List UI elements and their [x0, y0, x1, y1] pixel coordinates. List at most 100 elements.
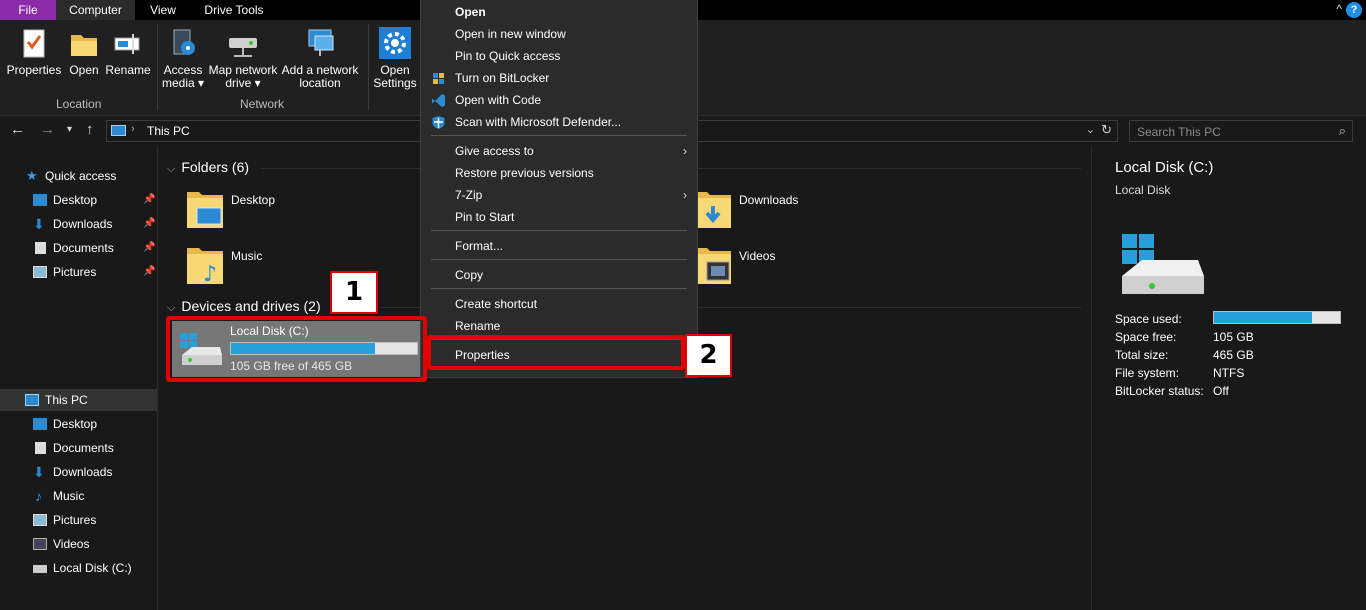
- open-button[interactable]: Open: [64, 26, 104, 77]
- properties-button[interactable]: Properties: [6, 26, 62, 77]
- context-menu: Open Open in new window Pin to Quick acc…: [420, 0, 698, 378]
- drive-icon: [33, 565, 47, 573]
- menu-item-restore-versions[interactable]: Restore previous versions: [421, 162, 697, 184]
- documents-icon: [35, 442, 46, 454]
- nav-item-downloads[interactable]: ⬇ Downloads 📌: [0, 213, 157, 235]
- nav-item-pc-music[interactable]: ♪ Music: [0, 485, 157, 507]
- nav-item-documents[interactable]: Documents 📌: [0, 237, 157, 259]
- tab-view[interactable]: View: [135, 0, 191, 20]
- recent-locations-chevron-icon[interactable]: ▾: [67, 124, 72, 135]
- network-location-icon: [303, 26, 337, 60]
- nav-item-local-disk[interactable]: Local Disk (C:): [0, 557, 157, 579]
- add-network-location-button[interactable]: Add a network location: [280, 26, 360, 90]
- search-input[interactable]: Search This PC ⌕: [1129, 120, 1353, 142]
- menu-item-pin-quick-access[interactable]: Pin to Quick access: [421, 45, 697, 67]
- breadcrumb-chevron-icon[interactable]: ›: [131, 123, 135, 135]
- address-dropdown-icon[interactable]: ⌄: [1086, 123, 1095, 136]
- network-group-label: Network: [240, 97, 285, 111]
- nav-item-pc-documents[interactable]: Documents: [0, 437, 157, 459]
- map-network-drive-button[interactable]: Map network drive ▾: [206, 26, 280, 90]
- details-title: Local Disk (C:): [1115, 159, 1214, 176]
- highlight-box-drive: [166, 316, 427, 382]
- menu-item-bitlocker[interactable]: Turn on BitLocker: [421, 67, 697, 89]
- refresh-icon[interactable]: ↻: [1101, 122, 1112, 138]
- pin-icon[interactable]: 📌: [143, 261, 155, 283]
- chevron-down-icon: ⌵: [167, 163, 176, 175]
- collapse-ribbon-icon[interactable]: ^: [1336, 2, 1342, 16]
- drive-large-icon: [1122, 234, 1204, 294]
- access-media-icon: [168, 26, 198, 60]
- menu-item-pin-start[interactable]: Pin to Start: [421, 206, 697, 228]
- callout-badge-2: 2: [685, 334, 732, 377]
- menu-item-defender-scan[interactable]: Scan with Microsoft Defender...: [421, 111, 697, 133]
- menu-item-open-new-window[interactable]: Open in new window: [421, 23, 697, 45]
- menu-item-7zip[interactable]: 7-Zip ›: [421, 184, 697, 206]
- menu-separator: [431, 230, 687, 231]
- menu-item-rename[interactable]: Rename: [421, 315, 697, 337]
- folders-section-header[interactable]: ⌵ Folders (6): [167, 159, 249, 176]
- desktop-folder-icon: [187, 192, 223, 228]
- nav-item-pc-desktop[interactable]: Desktop: [0, 413, 157, 435]
- details-pane: Local Disk (C:) Local Disk Space used: S…: [1091, 146, 1366, 610]
- navigation-pane: ★ Quick access Desktop 📌 ⬇ Downloads 📌 D…: [0, 146, 158, 610]
- open-settings-button[interactable]: Open Settings: [372, 26, 418, 90]
- highlight-box-properties: [427, 335, 685, 370]
- help-icon[interactable]: ?: [1346, 2, 1362, 18]
- menu-separator: [431, 135, 687, 136]
- pin-icon[interactable]: 📌: [143, 237, 155, 259]
- gear-icon: [379, 26, 411, 60]
- nav-item-pc-pictures[interactable]: Pictures: [0, 509, 157, 531]
- tab-computer[interactable]: Computer: [56, 0, 135, 20]
- folder-downloads[interactable]: Downloads: [693, 186, 893, 234]
- pictures-icon: [33, 514, 47, 526]
- up-arrow-icon[interactable]: ↑: [86, 121, 94, 138]
- space-used-bar: [1213, 311, 1341, 324]
- folder-videos[interactable]: Videos: [693, 242, 893, 290]
- chevron-down-icon: ⌵: [167, 302, 176, 314]
- total-size-label: Total size:: [1115, 348, 1169, 362]
- nav-item-pc-videos[interactable]: Videos: [0, 533, 157, 555]
- menu-item-copy[interactable]: Copy: [421, 264, 697, 286]
- devices-section-header[interactable]: ⌵ Devices and drives (2): [167, 298, 321, 315]
- desktop-icon: [33, 418, 47, 430]
- back-arrow-icon[interactable]: ←: [10, 121, 25, 138]
- nav-item-quick-access[interactable]: ★ Quick access: [0, 165, 157, 187]
- menu-item-give-access[interactable]: Give access to ›: [421, 140, 697, 162]
- nav-item-this-pc[interactable]: This PC: [0, 389, 157, 411]
- this-pc-icon: [25, 394, 39, 406]
- tab-drive-tools[interactable]: Drive Tools: [191, 0, 277, 20]
- menu-item-open-with-code[interactable]: Open with Code: [421, 89, 697, 111]
- pin-icon[interactable]: 📌: [143, 213, 155, 235]
- pin-icon[interactable]: 📌: [143, 189, 155, 211]
- defender-shield-icon: [432, 116, 445, 129]
- forward-arrow-icon[interactable]: →: [40, 121, 55, 138]
- desktop-icon: [33, 194, 47, 206]
- nav-item-desktop[interactable]: Desktop 📌: [0, 189, 157, 211]
- rename-button[interactable]: Rename: [104, 26, 152, 77]
- tab-file[interactable]: File: [0, 0, 56, 20]
- space-used-fill: [1214, 312, 1312, 323]
- space-used-label: Space used:: [1115, 312, 1182, 326]
- documents-icon: [35, 242, 46, 254]
- search-icon: ⌕: [1338, 123, 1346, 138]
- nav-item-pictures[interactable]: Pictures 📌: [0, 261, 157, 283]
- menu-item-open[interactable]: Open: [421, 1, 697, 23]
- download-arrow-icon: ⬇: [33, 216, 45, 232]
- shield-icon: [433, 73, 444, 84]
- bitlocker-status-label: BitLocker status:: [1115, 384, 1204, 398]
- search-placeholder: Search This PC: [1137, 125, 1221, 139]
- this-pc-icon: [111, 125, 126, 136]
- menu-item-format[interactable]: Format...: [421, 235, 697, 257]
- folder-desktop[interactable]: Desktop: [185, 186, 385, 234]
- music-note-icon: ♪: [35, 488, 42, 504]
- menu-separator: [431, 259, 687, 260]
- menu-item-create-shortcut[interactable]: Create shortcut: [421, 293, 697, 315]
- details-subtitle: Local Disk: [1115, 183, 1171, 197]
- submenu-arrow-icon: ›: [683, 188, 687, 202]
- breadcrumb-this-pc[interactable]: This PC: [147, 124, 190, 138]
- network-drive-icon: [226, 26, 260, 60]
- access-media-button[interactable]: Access media ▾: [160, 26, 206, 90]
- nav-item-pc-downloads[interactable]: ⬇ Downloads: [0, 461, 157, 483]
- bitlocker-status-value: Off: [1213, 384, 1229, 398]
- videos-icon: [33, 538, 47, 550]
